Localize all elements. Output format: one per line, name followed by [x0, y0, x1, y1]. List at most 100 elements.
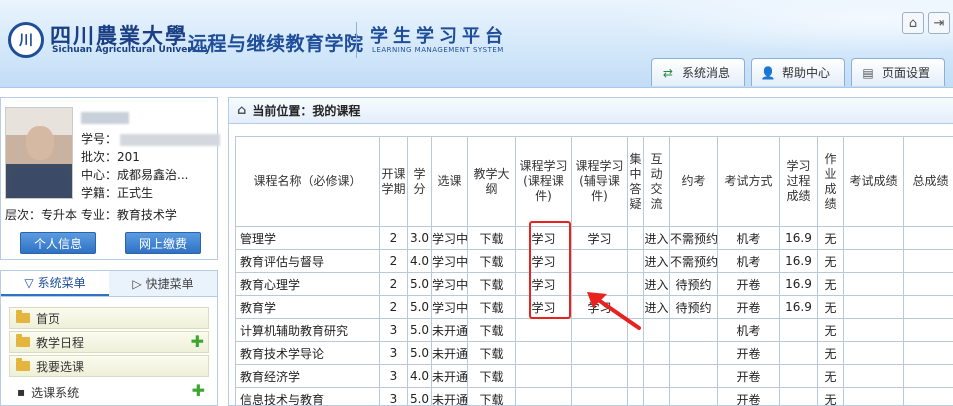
cell-credits: 5.0 — [407, 295, 432, 319]
cell-total-score — [903, 341, 953, 365]
logout-icon[interactable]: ⇥ — [928, 12, 950, 34]
cell-exam-score — [843, 364, 904, 388]
cell-syllabus[interactable]: 下载 — [467, 249, 516, 273]
personal-info-button[interactable]: 个人信息 — [20, 232, 96, 254]
cell-syllabus[interactable]: 下载 — [467, 295, 516, 319]
cell-credits: 4.0 — [407, 249, 432, 273]
cell-interaction[interactable]: 进入 — [643, 272, 670, 296]
cell-homework-score: 无 — [817, 341, 844, 365]
main-content: ⌂ 当前位置：我的课程 课程名称（必修课） 开课学期 学分 选课 教学大纲 课程学习(课程… — [228, 97, 953, 406]
cell-syllabus[interactable]: 下载 — [467, 226, 516, 250]
menu-item-label: 我要选课 — [36, 359, 85, 374]
folder-icon — [16, 358, 30, 371]
menu-tabs: ▽ 系统菜单 ▷ 快捷菜单 — [1, 271, 217, 297]
cell-interaction[interactable]: 进入 — [643, 295, 670, 319]
menu-item-schedule[interactable]: 教学日程 ✚ — [9, 331, 209, 353]
cell-interaction — [643, 387, 670, 405]
column-header-syllabus: 教学大纲 — [467, 136, 516, 227]
menu-item-label: 教学日程 — [36, 335, 85, 350]
help-person-icon: 👤 — [760, 65, 776, 80]
home-icon[interactable]: ⌂ — [902, 12, 924, 34]
cell-exam-booking: 待预约 — [669, 295, 718, 319]
cell-syllabus[interactable]: 下载 — [467, 272, 516, 296]
column-header-courseware: 课程学习(课程课件) — [515, 136, 572, 227]
student-status: 学籍：正式生 — [81, 186, 154, 200]
student-name-redacted — [81, 112, 129, 124]
cell-q-and-a — [627, 364, 644, 388]
cell-homework-score: 无 — [817, 272, 844, 296]
cell-semester: 3 — [379, 341, 408, 365]
column-header-semester: 开课学期 — [379, 136, 408, 227]
cell-tutorial — [571, 364, 628, 388]
cell-tutorial — [571, 387, 628, 405]
college-name: 远程与继续教育学院 — [188, 33, 364, 55]
column-header-enrollment: 选课 — [431, 136, 468, 227]
cell-q-and-a — [627, 387, 644, 405]
avatar-face — [26, 126, 54, 160]
avatar-body — [10, 168, 70, 198]
plus-icon[interactable]: ✚ — [192, 383, 205, 399]
side-menu: ▽ 系统菜单 ▷ 快捷菜单 首页 教学日程 ✚ 我要选课 ▪ 选课系统 ✚ — [0, 270, 218, 406]
cell-syllabus[interactable]: 下载 — [467, 387, 516, 405]
cell-q-and-a — [627, 226, 644, 250]
column-header-total-score: 总成绩 — [903, 136, 953, 227]
column-header-tutorial: 课程学习(辅导课件) — [571, 136, 628, 227]
cell-course-name: 教育心理学 — [235, 272, 380, 296]
cell-courseware[interactable]: 学习 — [515, 295, 572, 319]
table-header-row: 课程名称（必修课） 开课学期 学分 选课 教学大纲 课程学习(课程课件) 课程学习(辅导课件… — [235, 136, 953, 227]
page-header: 川 四川農業大學 Sichuan Agricultural University… — [0, 0, 953, 88]
breadcrumb: ⌂ 当前位置：我的课程 — [229, 98, 953, 124]
plus-icon[interactable]: ✚ — [191, 334, 204, 350]
cell-process-score: 16.9 — [779, 226, 818, 250]
tab-help-center[interactable]: 👤 帮助中心 — [750, 58, 845, 86]
cell-semester: 3 — [379, 364, 408, 388]
cell-courseware[interactable]: 学习 — [515, 249, 572, 273]
cell-syllabus[interactable]: 下载 — [467, 318, 516, 342]
column-header-course-name: 课程名称（必修课） — [235, 136, 380, 227]
cell-semester: 2 — [379, 272, 408, 296]
cell-interaction[interactable]: 进入 — [643, 226, 670, 250]
cell-process-score: 16.9 — [779, 249, 818, 273]
cell-enrollment: 学习中 — [431, 226, 468, 250]
online-payment-button[interactable]: 网上缴费 — [125, 232, 201, 254]
cell-course-name: 计算机辅助教育研究 — [235, 318, 380, 342]
column-header-exam-booking: 约考 — [669, 136, 718, 227]
menu-item-course-select[interactable]: 我要选课 — [9, 355, 209, 377]
cell-total-score — [903, 295, 953, 319]
triangle-down-icon: ▽ — [24, 275, 34, 290]
cell-homework-score: 无 — [817, 226, 844, 250]
student-center: 中心：成都易鑫治... — [81, 168, 189, 182]
cell-total-score — [903, 226, 953, 250]
cell-interaction — [643, 318, 670, 342]
column-header-exam-method: 考试方式 — [717, 136, 780, 227]
tab-page-settings[interactable]: ▤ 页面设置 — [850, 58, 945, 86]
cell-courseware[interactable]: 学习 — [515, 226, 572, 250]
courses-table: 课程名称（必修课） 开课学期 学分 选课 教学大纲 课程学习(课程课件) 课程学习(辅导课件… — [235, 136, 953, 405]
cell-syllabus[interactable]: 下载 — [467, 364, 516, 388]
bullet-icon: ▪ — [17, 385, 26, 399]
table-row: 教育经济学 3 4.0 未开通 下载 开卷 无 — [235, 364, 953, 388]
cell-syllabus[interactable]: 下载 — [467, 341, 516, 365]
menu-section-course-system[interactable]: ▪ 选课系统 ✚ — [9, 381, 209, 403]
student-batch: 批次：201 — [81, 150, 140, 164]
header-decoration — [573, 0, 953, 60]
cell-exam-score — [843, 272, 904, 296]
cell-exam-score — [843, 387, 904, 405]
cell-homework-score: 无 — [817, 364, 844, 388]
cell-exam-booking: 不需预约 — [669, 226, 718, 250]
cell-semester: 2 — [379, 295, 408, 319]
tab-quick-menu[interactable]: ▷ 快捷菜单 — [109, 271, 217, 296]
platform-name-en: LEARNING MANAGEMENT SYSTEM — [372, 46, 504, 54]
header-divider — [356, 22, 357, 58]
cell-tutorial — [571, 341, 628, 365]
cell-interaction[interactable]: 进入 — [643, 249, 670, 273]
cell-interaction — [643, 341, 670, 365]
tab-system-menu[interactable]: ▽ 系统菜单 — [1, 271, 109, 296]
cell-courseware[interactable]: 学习 — [515, 272, 572, 296]
cell-tutorial[interactable]: 学习 — [571, 226, 628, 250]
cell-process-score — [779, 364, 818, 388]
cell-semester: 3 — [379, 387, 408, 405]
menu-item-home[interactable]: 首页 — [9, 307, 209, 329]
cell-exam-method: 开卷 — [717, 387, 780, 405]
tab-system-messages[interactable]: ⇄ 系统消息 — [650, 58, 745, 86]
